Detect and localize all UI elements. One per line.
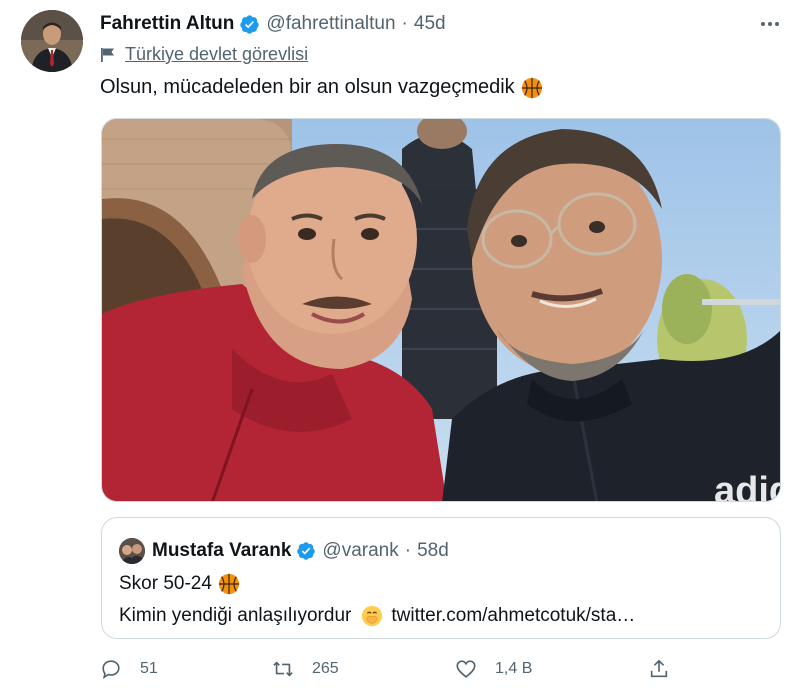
reply-icon [102,660,120,679]
government-label[interactable]: Türkiye devlet görevlisi [100,44,308,65]
basketball-emoji [218,573,240,595]
basketball-emoji [521,77,542,98]
author-name[interactable]: Fahrettin Altun [100,13,234,35]
tweet-header: Fahrettin Altun @fahrettinaltun · 45d [100,10,446,38]
quoted-author-name: Mustafa Varank [152,540,292,561]
flag-icon [101,47,114,62]
separator: · [401,13,408,34]
quoted-link[interactable]: twitter.com/ahmetcotuk/sta… [391,605,635,627]
quoted-tweet[interactable]: Mustafa Varank @varank · 58d Skor 50-24 … [101,517,781,639]
retweet-count: 265 [312,660,339,677]
quoted-author-handle: @varank [322,540,399,561]
tweet-text: Olsun, mücadeleden bir an olsun vazgeçme… [100,76,543,99]
quoted-score-text: Skor 50-24 [119,573,212,594]
tweet[interactable]: Fahrettin Altun @fahrettinaltun · 45d Tü… [0,0,800,698]
like-icon [456,660,476,678]
quoted-timestamp: 58d [417,540,449,561]
author-handle[interactable]: @fahrettinaltun [266,13,395,35]
government-label-text[interactable]: Türkiye devlet görevlisi [125,44,308,65]
quoted-header: Mustafa Varank @varank · 58d [152,537,449,565]
like-count: 1,4 B [495,660,533,677]
share-icon [650,659,668,678]
svg-text:adid: adid [714,470,781,502]
retweet-icon [273,661,293,677]
hand-over-mouth-emoji [362,605,383,627]
more-icon[interactable] [758,14,782,34]
quoted-text: Kimin yendiği anlaşılıyordur [119,605,352,626]
reply-count: 51 [140,660,158,677]
verified-badge-icon [240,14,260,34]
author-avatar[interactable] [21,10,83,72]
retweet-button[interactable]: 265 [272,654,339,684]
share-button[interactable] [648,654,670,684]
quoted-author-avatar [119,538,145,564]
quoted-text-line: Kimin yendiği anlaşılıyordur twitter.com… [119,605,635,627]
tweet-actions: 51 265 1,4 B [100,654,680,684]
tweet-text-content: Olsun, mücadeleden bir an olsun vazgeçme… [100,76,515,98]
tweet-timestamp[interactable]: 45d [414,13,446,35]
reply-button[interactable]: 51 [100,654,158,684]
verified-badge-icon [297,542,316,560]
like-button[interactable]: 1,4 B [455,654,532,684]
separator: · [404,540,412,561]
tweet-photo[interactable]: adid [101,118,781,502]
quoted-text-line: Skor 50-24 [119,573,240,595]
